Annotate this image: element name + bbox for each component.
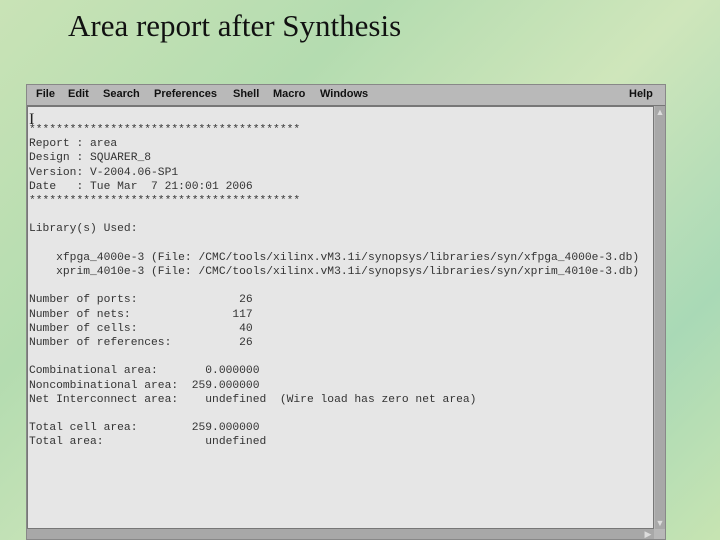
report-line: Number of nets: 117 <box>29 308 253 321</box>
menu-preferences[interactable]: Preferences <box>154 88 217 100</box>
report-line: **************************************** <box>29 124 301 136</box>
menu-windows[interactable]: Windows <box>320 88 368 100</box>
report-line: Net Interconnect area: undefined (Wire l… <box>29 393 477 406</box>
report-line: Total area: undefined <box>29 436 267 449</box>
report-line <box>29 350 639 364</box>
menu-edit[interactable]: Edit <box>68 88 89 100</box>
text-area[interactable]: I **************************************… <box>27 106 654 529</box>
report-line <box>29 237 639 251</box>
slide-title: Area report after Synthesis <box>68 8 402 43</box>
menu-shell[interactable]: Shell <box>233 88 259 100</box>
scroll-down-icon[interactable]: ▼ <box>655 518 665 528</box>
vertical-scrollbar[interactable]: ▲ ▼ <box>655 106 665 529</box>
report-line <box>29 208 639 222</box>
report-line <box>29 407 639 421</box>
menu-help[interactable]: Help <box>629 88 653 100</box>
report-text: ****************************************… <box>29 123 639 450</box>
editor-window: File Edit Search Preferences Shell Macro… <box>26 84 666 540</box>
report-line: **************************************** <box>29 195 301 208</box>
report-line: Report : area <box>29 138 118 151</box>
scroll-right-icon[interactable]: ▶ <box>643 529 653 539</box>
menu-macro[interactable]: Macro <box>273 88 305 100</box>
report-line: xfpga_4000e-3 (File: /CMC/tools/xilinx.v… <box>29 251 640 264</box>
horizontal-scrollbar[interactable]: ▶ <box>27 529 654 539</box>
report-line <box>29 279 639 293</box>
report-line: Date : Tue Mar 7 21:00:01 2006 <box>29 180 253 193</box>
report-line: Number of ports: 26 <box>29 294 253 307</box>
report-line: Design : SQUARER_8 <box>29 152 152 165</box>
report-line: Version: V-2004.06-SP1 <box>29 166 179 179</box>
menu-bar: File Edit Search Preferences Shell Macro… <box>27 85 665 106</box>
report-line: Library(s) Used: <box>29 223 138 236</box>
report-line: Noncombinational area: 259.000000 <box>29 379 260 392</box>
report-line: xprim_4010e-3 (File: /CMC/tools/xilinx.v… <box>29 266 640 279</box>
report-line: Number of cells: 40 <box>29 322 253 335</box>
scroll-up-icon[interactable]: ▲ <box>655 107 665 117</box>
menu-file[interactable]: File <box>36 88 55 100</box>
menu-search[interactable]: Search <box>103 88 140 100</box>
report-line: Number of references: 26 <box>29 337 253 350</box>
report-line: Total cell area: 259.000000 <box>29 422 260 435</box>
report-line: Combinational area: 0.000000 <box>29 365 260 378</box>
